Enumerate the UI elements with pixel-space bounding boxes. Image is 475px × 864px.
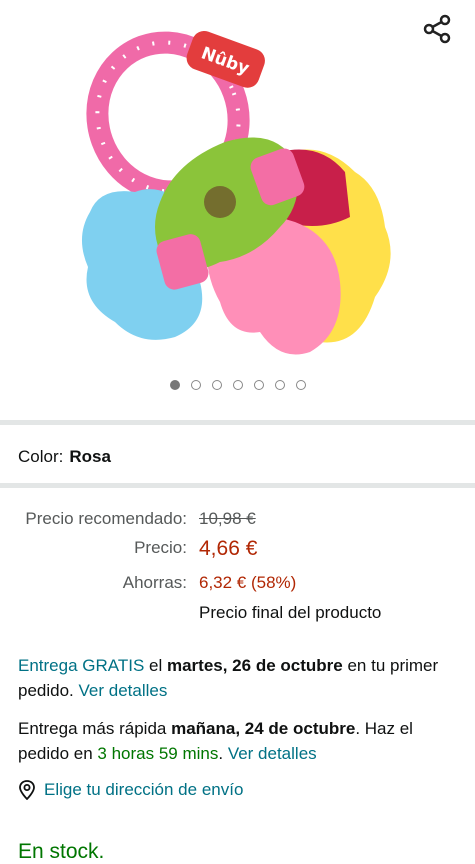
pager-dot[interactable] (211, 380, 222, 390)
color-label: Color: (18, 447, 64, 466)
choose-address-link[interactable]: Elige tu dirección de envío (18, 780, 243, 800)
pager-dot[interactable] (232, 380, 243, 390)
pager-dot[interactable] (274, 380, 285, 390)
order-countdown: 3 horas 59 mins (97, 744, 219, 763)
pager-dot[interactable] (295, 380, 306, 390)
savings-label: Ahorras: (122, 573, 187, 592)
divider (0, 420, 475, 425)
price-label: Precio: (134, 538, 187, 557)
list-price-label: Precio recomendado: (25, 509, 187, 528)
free-delivery-message: Entrega GRATIS el martes, 26 de octubre … (18, 656, 439, 700)
list-price-value: 10,98 € (199, 509, 256, 528)
location-pin-icon (19, 780, 35, 800)
final-price-note: Precio final del producto (199, 603, 382, 622)
free-delivery-date: martes, 26 de octubre (166, 656, 343, 675)
product-gallery[interactable]: Nûby (0, 0, 475, 410)
price-value: 4,66 € (199, 537, 258, 560)
fast-delivery-date: mañana, 24 de octubre (171, 719, 356, 738)
share-icon[interactable] (420, 12, 454, 46)
pager-dot[interactable] (169, 380, 180, 390)
image-pager[interactable] (0, 380, 475, 390)
delivery-details-link[interactable]: Ver detalles (79, 681, 168, 700)
fast-delivery-details-link[interactable]: Ver detalles (228, 744, 317, 763)
pager-dot[interactable] (253, 380, 264, 390)
color-selection[interactable]: Color: Rosa (18, 447, 111, 467)
divider (0, 483, 475, 488)
stock-status: En stock. (18, 840, 105, 863)
product-image[interactable]: Nûby (80, 12, 400, 357)
choose-address-label[interactable]: Elige tu dirección de envío (44, 780, 243, 800)
savings-value: 6,32 € (58%) (199, 573, 297, 592)
fast-delivery-message: Entrega más rápida mañana, 24 de octubre… (18, 719, 413, 763)
color-value: Rosa (69, 447, 111, 466)
free-delivery-label: Entrega GRATIS (18, 656, 145, 675)
pager-dot[interactable] (190, 380, 201, 390)
